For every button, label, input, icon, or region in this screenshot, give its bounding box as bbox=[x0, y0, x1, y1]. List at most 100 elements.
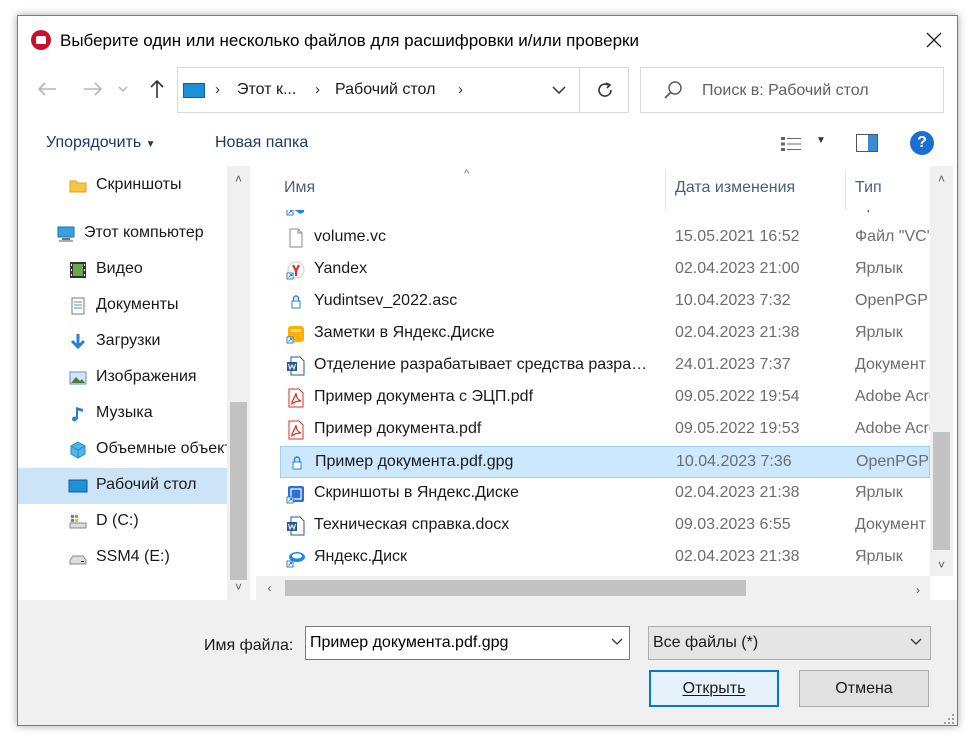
navigation-scroll-thumb[interactable] bbox=[230, 402, 247, 580]
file-list-vertical-scrollbar[interactable]: ˄ ˅ bbox=[930, 166, 953, 576]
column-header-type[interactable]: Тип bbox=[855, 166, 882, 210]
column-header-date[interactable]: Дата изменения bbox=[675, 166, 795, 210]
column-divider[interactable] bbox=[845, 170, 846, 210]
close-button[interactable] bbox=[911, 16, 957, 64]
file-name: Скриншоты в Яндекс.Диске bbox=[314, 484, 519, 501]
horizontal-scroll-thumb[interactable] bbox=[285, 580, 746, 596]
file-row[interactable]: Техническая справка.docx 09.03.2023 6:55 Д… bbox=[280, 510, 930, 542]
filename-combobox[interactable] bbox=[305, 626, 630, 660]
arrow-left-icon bbox=[37, 82, 56, 96]
file-row[interactable]: Visual Studio Code 09.04.2023 9:09 Ярлык bbox=[280, 210, 930, 222]
refresh-button[interactable] bbox=[579, 68, 629, 112]
scroll-down-icon[interactable]: ˅ bbox=[227, 576, 250, 598]
tree-item[interactable]: Загрузки bbox=[18, 324, 227, 360]
help-button[interactable]: ? bbox=[910, 131, 934, 155]
recent-locations-button[interactable] bbox=[115, 76, 131, 102]
filename-label: Имя файла: bbox=[204, 637, 294, 654]
resize-grip-icon[interactable] bbox=[943, 713, 955, 725]
file-row[interactable]: Yandex 02.04.2023 21:00 Ярлык bbox=[280, 254, 930, 286]
filename-input[interactable] bbox=[310, 632, 600, 654]
tree-item[interactable]: Объемные объекты bbox=[18, 432, 227, 468]
scroll-left-icon[interactable]: ‹ bbox=[258, 577, 281, 599]
search-box[interactable]: Поиск в: Рабочий стол bbox=[640, 67, 944, 113]
tree-item[interactable]: D (C:) bbox=[18, 504, 227, 540]
scroll-right-icon[interactable]: › bbox=[906, 579, 930, 601]
column-header-name[interactable]: Имя bbox=[284, 166, 315, 210]
tree-item[interactable]: Этот компьютер bbox=[18, 216, 227, 252]
tree-item[interactable]: SSM4 (E:) bbox=[18, 540, 227, 576]
navigation-pane-scrollbar[interactable]: ˄ ˅ bbox=[227, 166, 250, 600]
file-row[interactable]: Яндекс.Диск 02.04.2023 21:38 Ярлык bbox=[280, 542, 930, 574]
file-row[interactable]: Скриншоты в Яндекс.Диске 02.04.2023 21:38… bbox=[280, 478, 930, 510]
file-type: Ярлык bbox=[855, 260, 903, 277]
folder-icon bbox=[68, 176, 88, 196]
tree-item[interactable]: Рабочий стол bbox=[18, 468, 227, 504]
tree-item-label: Скриншоты bbox=[96, 176, 182, 193]
file-date: 02.04.2023 21:38 bbox=[675, 484, 800, 501]
file-name: volume.vc bbox=[314, 228, 387, 245]
open-button[interactable]: Открыть bbox=[649, 670, 779, 707]
filetype-select[interactable]: Все файлы (*) bbox=[648, 626, 931, 660]
file-row[interactable]: volume.vc 15.05.2021 16:52 Файл "VC" bbox=[280, 222, 930, 254]
up-button[interactable] bbox=[144, 76, 170, 102]
cancel-button[interactable]: Отмена bbox=[799, 670, 929, 707]
file-row[interactable]: Отделение разрабатывает средства разрабо… bbox=[280, 350, 930, 382]
file-row[interactable]: Пример документа.pdf.gpg 10.04.2023 7:36 O… bbox=[280, 446, 930, 478]
column-divider[interactable] bbox=[665, 170, 666, 210]
breadcrumb-desktop[interactable]: Рабочий стол bbox=[335, 81, 435, 99]
breadcrumb-this-pc[interactable]: Этот к... bbox=[237, 81, 296, 99]
file-rows: Visual Studio Code 09.04.2023 9:09 Ярлык vo… bbox=[256, 210, 930, 576]
screenshots-shortcut-icon bbox=[286, 484, 306, 504]
file-type: Ярлык bbox=[855, 548, 903, 565]
file-row[interactable]: Заметки в Яндекс.Диске 02.04.2023 21:38 Яр… bbox=[280, 318, 930, 350]
vertical-scroll-thumb[interactable] bbox=[933, 432, 950, 550]
tree-item[interactable]: Скриншоты bbox=[18, 168, 227, 204]
file-date: 09.03.2023 6:55 bbox=[675, 516, 791, 533]
file-date: 02.04.2023 21:38 bbox=[675, 324, 800, 341]
horizontal-scrollbar[interactable]: ‹ bbox=[256, 576, 930, 600]
file-date: 10.04.2023 7:36 bbox=[676, 453, 792, 470]
chevron-right-icon[interactable]: › bbox=[458, 81, 463, 98]
chevron-down-icon[interactable] bbox=[611, 635, 623, 647]
open-label: Открыть bbox=[682, 679, 746, 697]
view-details-icon[interactable] bbox=[780, 135, 802, 153]
view-options-caret-icon[interactable]: ▼ bbox=[816, 135, 826, 146]
tree-item[interactable]: Видео bbox=[18, 252, 227, 288]
forward-button[interactable] bbox=[80, 76, 106, 102]
tree-item-label: Изображения bbox=[96, 368, 197, 385]
tree-item-label: Загрузки bbox=[96, 332, 161, 349]
file-row[interactable]: Yudintsev_2022.asc 10.04.2023 7:32 OpenPGP bbox=[280, 286, 930, 318]
file-row[interactable]: Пример документа.pdf 09.05.2022 19:53 Adob… bbox=[280, 414, 930, 446]
tree-item[interactable]: Музыка bbox=[18, 396, 227, 432]
scroll-up-icon[interactable]: ˄ bbox=[227, 168, 250, 190]
back-button[interactable] bbox=[34, 76, 60, 102]
navigation-bar: › Этот к... › Рабочий стол › Поиск в: Ра… bbox=[18, 64, 957, 114]
scroll-down-icon[interactable]: ˅ bbox=[930, 554, 953, 576]
file-type: Adobe Acrobat bbox=[855, 420, 930, 437]
chevron-right-icon: › bbox=[215, 81, 220, 98]
organize-label: Упорядочить bbox=[46, 134, 142, 151]
tree-item-label: Видео bbox=[96, 260, 143, 277]
organize-button[interactable]: Упорядочить ▼ bbox=[46, 134, 156, 152]
dialog-footer: Имя файла: Все файлы (*) Открыть Отмена bbox=[18, 600, 957, 725]
address-bar[interactable]: › Этот к... › Рабочий стол › bbox=[177, 67, 629, 113]
file-name: Пример документа.pdf.gpg bbox=[315, 453, 514, 470]
tree-item[interactable]: Изображения bbox=[18, 360, 227, 396]
file-name: Yudintsev_2022.asc bbox=[314, 292, 458, 309]
pdf-file-icon bbox=[286, 420, 306, 440]
address-history-dropdown[interactable] bbox=[539, 68, 579, 112]
file-row[interactable]: Пример документа с ЭЦП.pdf 09.05.2022 19:… bbox=[280, 382, 930, 414]
file-date: 09.05.2022 19:53 bbox=[675, 420, 800, 437]
tree-item[interactable]: Документы bbox=[18, 288, 227, 324]
file-name: Отделение разрабатывает средства разрабо… bbox=[314, 356, 654, 373]
search-placeholder: Поиск в: Рабочий стол bbox=[702, 82, 869, 99]
new-folder-button[interactable]: Новая папка bbox=[215, 134, 308, 152]
preview-pane-icon[interactable] bbox=[856, 134, 878, 152]
tree-item-label: Рабочий стол bbox=[96, 476, 197, 493]
file-name: Yandex bbox=[314, 260, 368, 277]
pictures-icon bbox=[68, 368, 88, 388]
scroll-up-icon[interactable]: ˄ bbox=[930, 168, 953, 190]
file-type: Ярлык bbox=[855, 210, 903, 214]
drive-c-icon bbox=[68, 512, 88, 532]
word-file-icon bbox=[286, 356, 306, 376]
